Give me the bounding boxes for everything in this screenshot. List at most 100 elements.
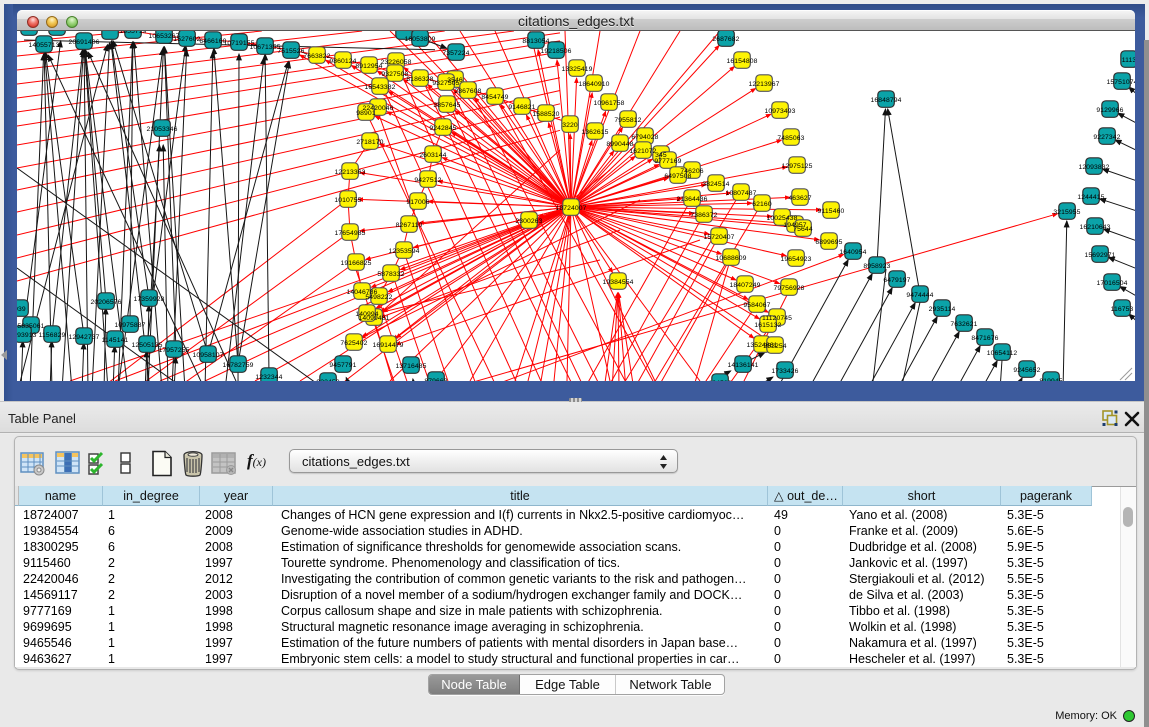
svg-text:6794028: 6794028: [631, 134, 658, 141]
svg-text:1621072: 1621072: [629, 148, 656, 155]
svg-text:5835061: 5835061: [17, 323, 44, 330]
svg-text:1113: 1113: [1122, 57, 1135, 64]
svg-text:2935114: 2935114: [929, 306, 956, 313]
svg-text:8471676: 8471676: [971, 335, 998, 342]
svg-text:12213363: 12213363: [334, 169, 365, 176]
svg-text:12213967: 12213967: [748, 81, 779, 88]
svg-text:9115460: 9115460: [818, 208, 845, 215]
svg-text:8454749: 8454749: [481, 94, 508, 101]
svg-text:3824514: 3824514: [702, 181, 729, 188]
svg-text:1527602: 1527602: [173, 36, 200, 43]
svg-text:19654923: 19654923: [780, 256, 811, 263]
svg-text:20206576: 20206576: [90, 299, 121, 306]
svg-text:79756928: 79756928: [773, 285, 804, 292]
svg-text:12353594: 12353594: [388, 248, 419, 255]
svg-text:16543382: 16543382: [364, 84, 395, 91]
svg-text:19384554: 19384554: [602, 279, 633, 286]
svg-text:9242845: 9242845: [429, 125, 456, 132]
svg-text:8912954: 8912954: [355, 63, 382, 70]
svg-text:12093832: 12093832: [1078, 164, 1109, 171]
svg-text:15720407: 15720407: [703, 234, 734, 241]
svg-text:9474444: 9474444: [906, 292, 933, 299]
svg-text:14136141: 14136141: [727, 362, 758, 369]
svg-text:2687682: 2687682: [712, 36, 739, 43]
svg-text:463627: 463627: [788, 195, 811, 202]
svg-text:3215955: 3215955: [1053, 209, 1080, 216]
svg-text:7357224: 7357224: [442, 50, 469, 57]
svg-text:9146821: 9146821: [508, 104, 535, 111]
svg-text:6899695: 6899695: [815, 239, 842, 246]
svg-text:10025438: 10025438: [766, 215, 797, 222]
svg-text:939: 939: [17, 306, 26, 313]
svg-text:1010755: 1010755: [334, 197, 361, 204]
svg-text:16782759: 16782759: [222, 362, 253, 369]
svg-text:9129966: 9129966: [1096, 107, 1123, 114]
svg-text:20691406: 20691406: [68, 39, 99, 46]
svg-text:1588520: 1588520: [532, 111, 559, 118]
svg-text:1640954: 1640954: [839, 249, 866, 256]
svg-text:10975887: 10975887: [114, 322, 145, 329]
svg-text:9327505: 9327505: [432, 80, 459, 87]
svg-text:7632621: 7632621: [950, 321, 977, 328]
svg-text:18640910: 18640910: [578, 81, 609, 88]
svg-text:18724007: 18724007: [555, 205, 586, 212]
svg-text:10958107: 10958107: [192, 352, 223, 359]
svg-text:104582: 104582: [708, 380, 731, 381]
svg-text:7386372: 7386372: [690, 212, 717, 219]
svg-text:7515526: 7515526: [277, 48, 304, 55]
svg-text:12942737: 12942737: [68, 334, 99, 341]
svg-text:8990448: 8990448: [606, 141, 633, 148]
svg-text:7485063: 7485063: [777, 135, 804, 142]
svg-text:17016504: 17016504: [1096, 280, 1127, 287]
svg-text:5878332: 5878332: [377, 271, 404, 278]
svg-text:2718170: 2718170: [356, 139, 383, 146]
svg-text:14055713: 14055713: [28, 42, 59, 49]
svg-text:9427512: 9427512: [414, 177, 441, 184]
svg-text:10688609: 10688609: [715, 255, 746, 262]
svg-text:13716485: 13716485: [395, 363, 426, 370]
svg-text:8958923: 8958923: [863, 263, 890, 270]
svg-text:819945: 819945: [1039, 378, 1062, 381]
svg-text:15751074: 15751074: [1106, 79, 1135, 86]
svg-text:1156829: 1156829: [39, 332, 66, 339]
svg-text:18407249: 18407249: [729, 282, 760, 289]
svg-text:75644: 75644: [793, 226, 813, 233]
svg-text:9584067: 9584067: [743, 302, 770, 309]
svg-text:10961758: 10961758: [593, 100, 624, 107]
svg-text:17359928: 17359928: [133, 296, 164, 303]
svg-text:879663: 879663: [424, 378, 447, 381]
svg-text:2867608: 2867608: [454, 88, 481, 95]
svg-text:9227342: 9227342: [1093, 134, 1120, 141]
svg-text:1615132: 1615132: [754, 322, 781, 329]
svg-text:8186328: 8186328: [406, 76, 433, 83]
svg-text:917006: 917006: [406, 199, 429, 206]
svg-text:10654112: 10654112: [987, 350, 1018, 357]
svg-text:922450: 922450: [316, 379, 339, 381]
svg-text:19218506: 19218506: [540, 48, 571, 55]
svg-text:19166825: 19166825: [340, 260, 371, 267]
svg-text:62160: 62160: [752, 201, 772, 208]
svg-text:2300263: 2300263: [515, 218, 542, 225]
svg-text:13325419: 13325419: [561, 66, 592, 73]
svg-text:12975125: 12975125: [781, 163, 812, 170]
svg-text:140994: 140994: [355, 311, 378, 318]
svg-text:9327508: 9327508: [381, 71, 408, 78]
svg-text:1244415: 1244415: [1077, 194, 1104, 201]
svg-text:10973493: 10973493: [764, 108, 795, 115]
svg-text:116753: 116753: [1111, 306, 1134, 313]
svg-text:17957255: 17957255: [158, 347, 189, 354]
svg-text:252254: 252254: [763, 343, 786, 350]
svg-text:1733426: 1733426: [771, 368, 798, 375]
svg-text:7663822: 7663822: [303, 53, 330, 60]
svg-text:16053809: 16053809: [404, 36, 435, 43]
svg-text:1362615: 1362615: [581, 129, 608, 136]
svg-text:1232344: 1232344: [255, 374, 282, 381]
svg-text:6497508: 6497508: [664, 173, 691, 180]
svg-text:9457791: 9457791: [329, 362, 356, 369]
svg-text:16914479: 16914479: [372, 342, 403, 349]
svg-text:3857645: 3857645: [433, 102, 460, 109]
svg-text:21053346: 21053346: [146, 126, 177, 133]
svg-text:15692971: 15692971: [1084, 252, 1115, 259]
svg-text:7625402: 7625402: [340, 340, 367, 347]
svg-text:3220: 3220: [562, 122, 578, 129]
